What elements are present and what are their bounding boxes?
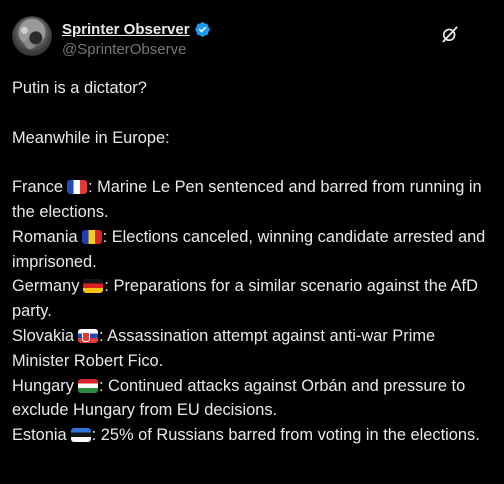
tweet-text: Putin is a dictator? Meanwhile in Europe… — [12, 76, 496, 448]
list-item-slovakia: Slovakia: Assassination attempt against … — [12, 324, 496, 374]
flag-hungary-icon — [77, 378, 98, 393]
flag-france-icon — [67, 180, 88, 195]
item-text: : Preparations for a similar scenario ag… — [12, 277, 478, 321]
flag-slovakia-icon — [77, 328, 98, 343]
country-name: Estonia — [12, 426, 67, 445]
flag-estonia-icon — [70, 428, 91, 443]
flag-romania-icon — [81, 229, 102, 244]
grok-icon[interactable] — [440, 24, 460, 44]
flag-germany-icon — [83, 279, 104, 294]
tweet: Sprinter Observer @SprinterObserve Putin… — [0, 0, 504, 484]
verified-badge-icon — [194, 22, 210, 37]
tweet-line: Meanwhile in Europe: — [12, 128, 170, 147]
list-item-romania: Romania: Elections canceled, winning can… — [12, 225, 496, 275]
country-name: Hungary — [12, 376, 74, 395]
country-name: France — [12, 178, 64, 197]
tweet-line: Putin is a dictator? — [12, 79, 147, 97]
author-display-name[interactable]: Sprinter Observer — [62, 21, 190, 38]
item-text: : 25% of Russians barred from voting in … — [91, 426, 480, 445]
item-text: : Assassination attempt against anti-war… — [12, 326, 436, 370]
country-name: Romania — [12, 227, 78, 246]
list-item-estonia: Estonia : 25% of Russians barred from vot… — [12, 423, 496, 448]
country-name: Germany — [12, 277, 80, 296]
list-item-hungary: Hungary: Continued attacks against Orbán… — [12, 374, 496, 424]
list-item-france: France: Marine Le Pen sentenced and barr… — [12, 175, 496, 225]
avatar[interactable] — [12, 16, 52, 56]
author-name-line: Sprinter Observer — [62, 21, 211, 38]
author-handle[interactable]: @SprinterObserve — [62, 41, 186, 58]
list-item-germany: Germany: Preparations for a similar scen… — [12, 274, 496, 324]
country-name: Slovakia — [12, 326, 74, 345]
